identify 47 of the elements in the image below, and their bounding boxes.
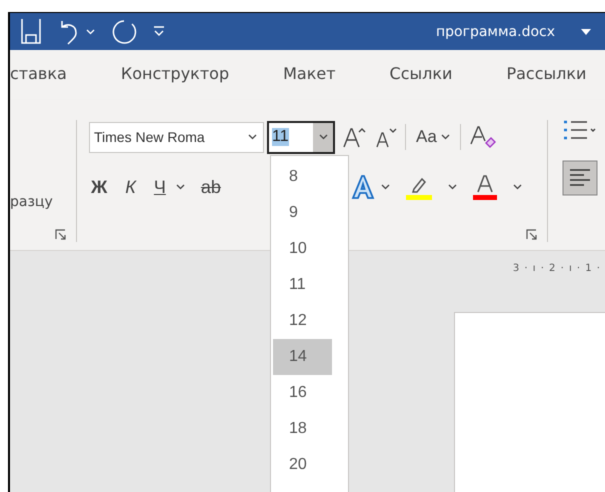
document-title: программа.docx <box>436 24 555 40</box>
font-color-icon[interactable] <box>470 173 499 201</box>
chevron-down-icon <box>176 184 185 190</box>
save-icon[interactable] <box>20 18 42 44</box>
dialog-launcher-icon[interactable] <box>526 229 537 240</box>
chevron-down-icon <box>318 134 328 140</box>
caret-icon[interactable] <box>581 28 591 34</box>
chevron-down-icon <box>512 184 522 190</box>
redo-icon[interactable] <box>111 18 137 44</box>
customize-icon[interactable] <box>153 26 165 38</box>
menu-item[interactable]: 10 <box>273 231 332 267</box>
font-name-field[interactable]: Times New Roma <box>89 122 264 152</box>
dialog-launcher-icon[interactable] <box>55 229 66 240</box>
font-size-value: 11 <box>272 128 289 146</box>
change-case-button[interactable]: Aa <box>414 127 452 147</box>
ribbon-tab[interactable]: Макет <box>256 64 363 86</box>
bold-button[interactable]: Ж <box>89 176 110 198</box>
menu-item[interactable]: 11 <box>273 267 332 303</box>
menu-item[interactable]: 9 <box>273 195 332 231</box>
font-name-value: Times New Roma <box>94 129 205 145</box>
menu-item[interactable]: 20 <box>273 447 332 483</box>
menu-item[interactable]: 16 <box>273 375 332 411</box>
grow-font-icon[interactable] <box>343 126 367 148</box>
italic-button[interactable]: К <box>123 176 138 198</box>
font-size-field[interactable]: 11 <box>267 120 335 154</box>
chevron-down-icon <box>86 28 95 34</box>
strikethrough-button[interactable]: ab <box>198 176 223 198</box>
chevron-down-icon <box>440 134 450 140</box>
menu-item[interactable]: 18 <box>273 411 332 447</box>
ruler: 3 · ı · 2 · ı · 1 · <box>512 263 601 274</box>
shrink-font-icon[interactable] <box>375 126 397 148</box>
underline-button[interactable]: Ч <box>152 176 168 198</box>
chevron-down-icon <box>248 134 257 140</box>
menu-item[interactable]: 8 <box>273 159 332 195</box>
clear-formatting-icon[interactable] <box>468 124 497 150</box>
chevron-down-icon <box>448 184 457 190</box>
chevron-down-icon <box>380 184 390 190</box>
group-label: разцу <box>10 194 54 210</box>
ribbon-tab[interactable]: Ссылки <box>362 64 480 86</box>
menu-item[interactable]: 12 <box>273 303 332 339</box>
align-left-icon[interactable] <box>562 160 598 196</box>
ribbon-tab[interactable]: ставка <box>10 64 94 86</box>
text-effects-icon[interactable] <box>350 174 375 200</box>
ribbon-tab[interactable]: Рассылки <box>479 64 605 86</box>
bullet-list-icon[interactable] <box>562 120 596 142</box>
ribbon-tab[interactable]: Конструктор <box>94 64 256 86</box>
menu-item[interactable]: 14 <box>273 339 332 375</box>
